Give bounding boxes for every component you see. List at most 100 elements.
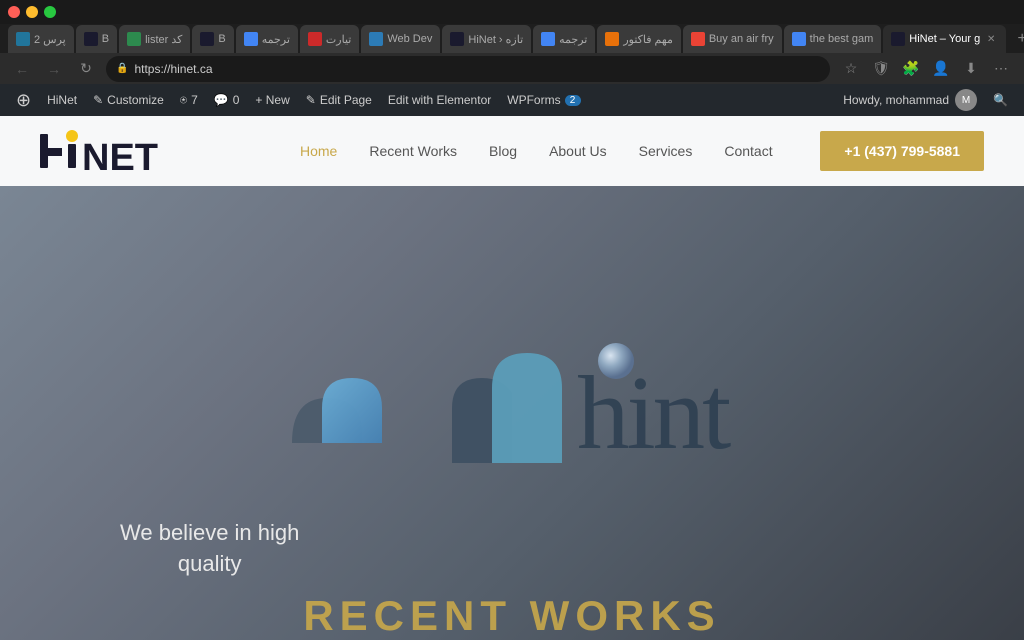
tab-label: B [218,33,225,45]
site-logo[interactable]: NET [40,126,240,176]
tab-label: ترجمه [559,33,587,46]
reload-button[interactable]: ↻ [74,57,98,81]
wpforms-label: WPForms [507,93,560,107]
edit-page-icon: ✎ [306,93,316,107]
wp-logo-item[interactable]: ⊕ [8,84,39,116]
customize-label: Customize [107,93,164,107]
tab-label: B [102,33,109,45]
tab-label: HiNet – Your g [909,33,980,45]
tab-label: Buy an air fry [709,33,774,45]
tab-label: پرس 2 [34,33,66,46]
search-icon: 🔍 [993,93,1008,107]
browser-nav-bar: ← → ↻ 🔒 https://hinet.ca ☆ 🛡 🧩 👤 ⬇ ⋯ [0,53,1024,84]
back-button[interactable]: ← [10,57,34,81]
tab-label: مهم فاکتور [623,33,673,46]
site-nav: Home Recent Works Blog About Us Services… [300,131,984,171]
comment-mod-count: 0 [233,93,240,107]
nav-contact[interactable]: Contact [724,143,772,159]
wp-site-label: HiNet [47,93,77,107]
browser-tab[interactable]: the best gam [784,25,882,53]
comments-badge: 7 [191,93,198,107]
browser-tab[interactable]: مهم فاکتور [597,25,681,53]
elementor-label: Edit with Elementor [388,93,491,107]
tab-favicon [369,32,383,46]
profile-button[interactable]: 👤 [928,56,954,82]
svg-text:hint: hint [577,354,731,471]
window-minimize-dot[interactable] [26,6,38,18]
new-tab-button[interactable]: + [1008,25,1024,53]
wp-customize[interactable]: ✎ Customize [85,84,172,116]
recent-works-heading: RECENT WORKS [303,592,720,640]
bookmark-button[interactable]: ☆ [838,56,864,82]
window-close-dot[interactable] [8,6,20,18]
edit-page-label: Edit Page [320,93,372,107]
tab-label: ترجمه [262,33,290,46]
browser-tab[interactable]: تیارت [300,25,359,53]
new-content-label: + New [255,93,289,107]
tagline-line1: We believe in high [120,520,299,545]
tab-label: HiNet › تازه [468,33,523,46]
website-content: NET Home Recent Works Blog About Us Serv… [0,116,1024,640]
browser-tab[interactable]: ترجمه [533,25,595,53]
browser-tab[interactable]: Web Dev [361,25,440,53]
nav-services[interactable]: Services [639,143,693,159]
nav-about-us[interactable]: About Us [549,143,607,159]
tab-favicon [127,32,141,46]
user-avatar: M [955,89,977,111]
wp-edit-page[interactable]: ✎ Edit Page [298,84,380,116]
svg-text:NET: NET [82,137,158,176]
tab-label: Web Dev [387,33,432,45]
extensions-button[interactable]: 🧩 [898,56,924,82]
forward-button[interactable]: → [42,57,66,81]
hint-brand-svg: hint [452,333,752,473]
url-text: https://hinet.ca [134,62,212,76]
logo-svg: NET [40,126,240,176]
address-bar[interactable]: 🔒 https://hinet.ca [106,56,830,82]
window-maximize-dot[interactable] [44,6,56,18]
os-menubar [0,0,1024,24]
browser-tab[interactable]: پرس 2 [8,25,74,53]
tab-favicon [84,32,98,46]
hero-content: hint We believe in high quality [0,186,1024,640]
cta-phone-button[interactable]: +1 (437) 799-5881 [820,131,984,171]
hint-icon-svg [272,333,412,473]
browser-tab[interactable]: lister کد [119,25,190,53]
wp-howdy: Howdy, mohammad M [835,89,985,111]
shield-icon: 🛡 [868,56,894,82]
nav-home[interactable]: Home [300,143,337,159]
logo-text: NET [40,126,240,176]
wp-wpforms[interactable]: WPForms 2 [499,84,588,116]
tab-label: the best gam [810,33,874,45]
tab-favicon [450,32,464,46]
ssl-lock-icon: 🔒 [116,63,128,74]
tab-favicon [308,32,322,46]
howdy-text: Howdy, mohammad [843,93,949,107]
wp-admin-bar: ⊕ HiNet ✎ Customize ⍟ 7 💬 0 + New ✎ Edit… [0,84,1024,116]
download-button[interactable]: ⬇ [958,56,984,82]
wp-comments-count[interactable]: ⍟ 7 [172,84,206,116]
browser-nav-actions: ☆ 🛡 🧩 👤 ⬇ ⋯ [838,56,1014,82]
tab-favicon [891,32,905,46]
tab-label: lister کد [145,33,182,46]
nav-recent-works[interactable]: Recent Works [369,143,457,159]
menu-button[interactable]: ⋯ [988,56,1014,82]
wp-site-name[interactable]: HiNet [39,84,85,116]
tab-label: تیارت [326,33,351,46]
tab-favicon [605,32,619,46]
browser-tab[interactable]: Buy an air fry [683,25,782,53]
browser-tab-active[interactable]: HiNet – Your g ✕ [883,25,1006,53]
browser-tab[interactable]: HiNet › تازه [442,25,531,53]
wp-search[interactable]: 🔍 [985,84,1016,116]
tab-favicon [541,32,555,46]
tagline-line2: quality [178,551,242,576]
browser-tab[interactable]: ترجمه [236,25,298,53]
wp-new-content[interactable]: + New [247,84,297,116]
tab-favicon [244,32,258,46]
browser-tab[interactable]: B [76,25,117,53]
comments-icon: ⍟ [180,93,187,108]
nav-blog[interactable]: Blog [489,143,517,159]
wp-comment-moderation[interactable]: 💬 0 [206,84,248,116]
browser-tab[interactable]: B [192,25,233,53]
wp-edit-elementor[interactable]: Edit with Elementor [380,84,499,116]
tab-close-button[interactable]: ✕ [984,32,998,46]
